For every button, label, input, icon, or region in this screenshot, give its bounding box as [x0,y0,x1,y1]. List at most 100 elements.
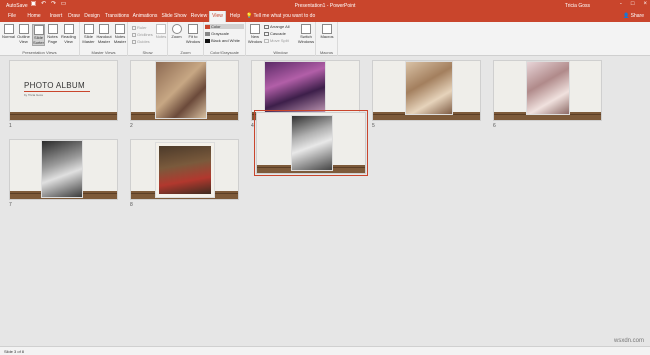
group-zoom: Zoom Fit to Window Zoom [168,22,204,56]
move-split-label: Move Split [270,38,289,43]
watermark: wsxdn.com [613,338,644,344]
new-window-icon [250,24,260,34]
close-button[interactable]: × [643,1,647,7]
tab-help[interactable]: Help [226,11,244,22]
group-label: Window [273,50,288,55]
grayscale-option[interactable]: Grayscale [205,31,229,36]
maximize-button[interactable]: □ [631,1,635,7]
switch-windows-button[interactable]: Switch Windows [297,24,315,44]
notes-button[interactable]: Notes [155,24,167,40]
slide-number: 7 [9,202,12,208]
new-window-button[interactable]: New Window [247,24,263,44]
zoom-button[interactable]: Zoom [170,24,183,40]
slide-thumbnail-8[interactable] [130,139,239,200]
guides-checkbox[interactable]: Guides [132,39,150,44]
slide-subtitle: by Tricia Goss [24,93,44,97]
handout-master-icon [99,24,109,34]
slide-sorter-pane[interactable]: PHOTO ALBUM by Tricia Goss 1 2 4 5 6 7 8 [0,56,650,346]
slide-sorter-button[interactable]: Slide Sorter [32,24,45,46]
share-label: Share [630,13,644,19]
slide-sorter-label: Slide Sorter [33,35,44,45]
tab-file[interactable]: File [3,11,21,22]
group-label: Macros [319,50,334,55]
cascade-icon [264,31,269,36]
ribbon: Normal Outline View Slide Sorter Notes P… [0,22,650,56]
wood-floor [10,112,117,120]
slide-thumbnail-1[interactable]: PHOTO ALBUM by Tricia Goss [9,60,118,121]
tab-design[interactable]: Design [80,11,104,22]
color-option[interactable]: Color [205,24,244,29]
outline-view-button[interactable]: Outline View [16,24,31,44]
slide-thumbnail-7[interactable] [9,139,118,200]
slide-master-icon [83,24,94,34]
slide-thumbnail-3-selected[interactable] [254,110,368,176]
slide-thumbnail-2[interactable] [130,60,239,121]
cascade-button[interactable]: Cascade [264,31,286,36]
ribbon-tabs: File Home Insert Draw Design Transitions… [0,11,650,22]
tab-animations[interactable]: Animations [130,11,160,22]
ruler-label: Ruler [137,25,147,30]
checkbox-icon [132,39,136,44]
slide-count-status: Slide 3 of 8 [4,349,25,354]
window-title: Presentation1 - PowerPoint [294,3,356,9]
fit-window-icon [188,24,198,34]
group-show: Ruler Gridlines Guides Notes Show [128,22,168,56]
slide-number: 2 [130,123,133,129]
slide-number: 5 [372,123,375,129]
tab-view[interactable]: View [209,11,226,22]
user-name[interactable]: Tricia Goss [565,3,590,9]
reading-view-button[interactable]: Reading View [60,24,77,44]
slide-thumbnail-5[interactable] [372,60,481,121]
gridlines-checkbox[interactable]: Gridlines [132,32,153,37]
notes-page-button[interactable]: Notes Page [46,24,59,44]
slide-number: 4 [251,123,254,129]
handout-master-button[interactable]: Handout Master [96,24,112,44]
outline-label: Outline View [17,34,30,44]
group-label: Zoom [180,50,191,55]
ruler-checkbox[interactable]: Ruler [132,25,147,30]
macros-icon [322,24,332,34]
zoom-label: Zoom [171,34,182,39]
normal-view-button[interactable]: Normal [2,24,15,40]
tab-slide-show[interactable]: Slide Show [160,11,188,22]
notes-master-button[interactable]: Notes Master [113,24,127,44]
notes-label: Notes [155,34,167,39]
notes-page-label: Notes Page [47,34,58,44]
fit-to-window-label: Fit to Window [185,34,201,44]
title-underline [24,91,90,92]
reading-view-label: Reading View [61,34,76,44]
arrange-all-button[interactable]: Arrange All [264,24,290,29]
slide-master-button[interactable]: Slide Master [82,24,95,44]
title-bar: AutoSave ▣ ↶ ↷ ▭ Presentation1 - PowerPo… [0,0,650,11]
grayscale-label: Grayscale [211,31,230,36]
group-label: Show [142,50,153,55]
slide-number: 8 [130,202,133,208]
black-and-white-option[interactable]: Black and White [205,38,240,43]
minimize-button[interactable]: - [620,1,622,7]
group-label: Master Views [91,50,116,55]
magnifier-icon [171,24,182,34]
slide-sorter-icon [33,25,44,35]
switch-windows-icon [301,24,311,34]
group-macros: Macros Macros [316,22,338,56]
bw-swatch-icon [205,38,210,43]
slide-thumbnail-6[interactable] [493,60,602,121]
share-button[interactable]: 👤 Share [623,11,644,22]
normal-label: Normal [2,34,15,39]
slide-number: 1 [9,123,12,129]
group-label: Color/Grayscale [210,50,239,55]
tell-me-search[interactable]: 💡 Tell me what you want to do [246,11,315,22]
group-master-views: Slide Master Handout Master Notes Master… [80,22,128,56]
notes-icon [156,24,166,34]
move-split-button[interactable]: Move Split [264,38,289,43]
tab-transitions[interactable]: Transitions [102,11,132,22]
family-photo [41,140,83,198]
tab-review[interactable]: Review [188,11,210,22]
family-photo [155,142,215,198]
macros-button[interactable]: Macros [319,24,335,40]
fit-to-window-button[interactable]: Fit to Window [184,24,202,44]
family-photo [526,61,570,115]
notes-master-icon [115,24,125,34]
tab-home[interactable]: Home [23,11,45,22]
slide-number: 6 [493,123,496,129]
